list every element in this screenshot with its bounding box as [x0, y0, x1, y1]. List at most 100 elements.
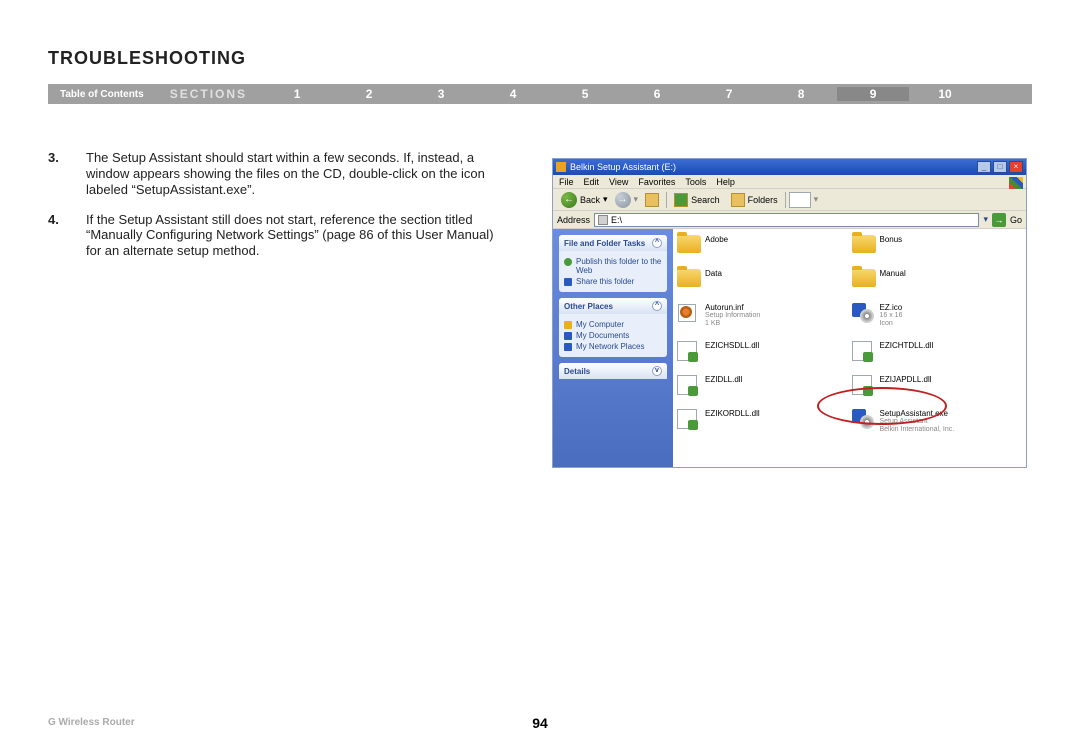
panel-title: Other Places [564, 302, 613, 311]
computer-icon [564, 321, 572, 329]
panel-head[interactable]: Details v [559, 363, 667, 379]
dll-icon [677, 341, 697, 361]
address-field[interactable]: E:\ [594, 213, 979, 227]
step-num: 4. [48, 212, 68, 260]
views-button[interactable] [789, 192, 811, 208]
task-label: Publish this folder to the Web [576, 257, 662, 275]
menu-edit[interactable]: Edit [584, 177, 600, 187]
folders-button[interactable]: Folders [727, 191, 782, 209]
menu-help[interactable]: Help [716, 177, 735, 187]
back-label: Back [580, 195, 600, 205]
file-label: EZ.ico [880, 303, 903, 312]
nav-1[interactable]: 1 [261, 87, 333, 101]
address-bar: Address E:\ ▾ → Go [553, 211, 1026, 229]
nav-6[interactable]: 6 [621, 87, 693, 101]
globe-icon [564, 258, 572, 266]
file-ezidll[interactable]: EZIDLL.dll [677, 375, 848, 395]
place-mydocuments[interactable]: My Documents [564, 331, 662, 340]
file-meta: 1 KB [705, 320, 760, 328]
place-mynetwork[interactable]: My Network Places [564, 342, 662, 351]
file-label: Data [705, 269, 722, 278]
panel-head[interactable]: File and Folder Tasks ^ [559, 235, 667, 251]
menu-favorites[interactable]: Favorites [638, 177, 675, 187]
panel-body: Publish this folder to the Web Share thi… [559, 251, 667, 292]
chevron-up-icon: ^ [652, 238, 662, 248]
close-button[interactable]: × [1009, 161, 1023, 173]
step-num: 3. [48, 150, 68, 198]
file-label: EZIDLL.dll [705, 375, 742, 384]
dll-icon [852, 375, 872, 395]
nav-3[interactable]: 3 [405, 87, 477, 101]
file-ezichsdll[interactable]: EZICHSDLL.dll [677, 341, 848, 361]
panel-body: My Computer My Documents My Network Plac… [559, 314, 667, 357]
go-button[interactable]: → [992, 213, 1006, 227]
nav-7[interactable]: 7 [693, 87, 765, 101]
task-publish[interactable]: Publish this folder to the Web [564, 257, 662, 275]
page-number: 94 [532, 715, 548, 731]
task-share[interactable]: Share this folder [564, 277, 662, 286]
chevron-up-icon: ^ [652, 301, 662, 311]
back-icon: ← [561, 192, 577, 208]
address-value: E:\ [611, 215, 622, 225]
file-ezichtdll[interactable]: EZICHTDLL.dll [852, 341, 1023, 361]
file-ezico[interactable]: EZ.ico16 x 16Icon [852, 303, 1023, 327]
instruction-list: 3. The Setup Assistant should start with… [48, 150, 498, 273]
folder-adobe[interactable]: Adobe [677, 235, 848, 255]
panel-head[interactable]: Other Places ^ [559, 298, 667, 314]
folder-data[interactable]: Data [677, 269, 848, 289]
drive-icon [598, 215, 608, 225]
forward-button[interactable]: → [615, 192, 631, 208]
menu-file[interactable]: File [559, 177, 574, 187]
window-body: File and Folder Tasks ^ Publish this fol… [553, 229, 1026, 467]
file-label: Bonus [880, 235, 903, 244]
place-mycomputer[interactable]: My Computer [564, 320, 662, 329]
exe-icon [852, 409, 874, 429]
file-label: Adobe [705, 235, 728, 244]
back-button[interactable]: ← Back ▾ [557, 190, 612, 210]
window-title: Belkin Setup Assistant (E:) [570, 162, 975, 172]
nav-8[interactable]: 8 [765, 87, 837, 101]
address-label: Address [557, 215, 590, 225]
search-button[interactable]: Search [670, 191, 724, 209]
product-name: G Wireless Router [48, 717, 135, 728]
nav-toc[interactable]: Table of Contents [48, 89, 156, 100]
dll-icon [677, 409, 697, 429]
drive-icon [556, 162, 566, 172]
panel-title: Details [564, 367, 590, 376]
file-meta: Belkin International, Inc. [880, 426, 955, 434]
file-label: EZIJAPDLL.dll [880, 375, 932, 384]
nav-10[interactable]: 10 [909, 87, 981, 101]
network-icon [564, 343, 572, 351]
menu-tools[interactable]: Tools [685, 177, 706, 187]
file-ezijapdll[interactable]: EZIJAPDLL.dll [852, 375, 1023, 395]
panel-title: File and Folder Tasks [564, 239, 645, 248]
nav-4[interactable]: 4 [477, 87, 549, 101]
place-label: My Computer [576, 320, 624, 329]
folders-label: Folders [748, 195, 778, 205]
other-places-panel: Other Places ^ My Computer My Documents … [559, 298, 667, 357]
up-button[interactable] [641, 191, 663, 209]
page-title: TROUBLESHOOTING [48, 48, 246, 69]
menubar: File Edit View Favorites Tools Help [553, 175, 1026, 189]
file-autorun[interactable]: Autorun.infSetup Information1 KB [677, 303, 848, 327]
menu-view[interactable]: View [609, 177, 628, 187]
step-3: 3. The Setup Assistant should start with… [48, 150, 498, 198]
maximize-button[interactable]: □ [993, 161, 1007, 173]
folder-manual[interactable]: Manual [852, 269, 1023, 289]
windows-flag-icon [1009, 177, 1023, 189]
chevron-down-icon: ▾ [603, 194, 608, 205]
chevron-down-icon: ▾ [814, 194, 819, 205]
file-setupassistant[interactable]: SetupAssistant.exeSetup AssistantBelkin … [852, 409, 1023, 433]
step-text: If the Setup Assistant still does not st… [86, 212, 498, 260]
minimize-button[interactable]: _ [977, 161, 991, 173]
file-ezikordll[interactable]: EZIKORDLL.dll [677, 409, 848, 433]
nav-5[interactable]: 5 [549, 87, 621, 101]
file-meta: 16 x 16 [880, 312, 903, 320]
chevron-down-icon[interactable]: ▾ [983, 214, 988, 225]
folder-icon [852, 235, 876, 253]
nav-2[interactable]: 2 [333, 87, 405, 101]
chevron-down-icon: v [652, 366, 662, 376]
file-label: SetupAssistant.exe [880, 409, 948, 418]
nav-9[interactable]: 9 [837, 87, 909, 101]
folder-bonus[interactable]: Bonus [852, 235, 1023, 255]
